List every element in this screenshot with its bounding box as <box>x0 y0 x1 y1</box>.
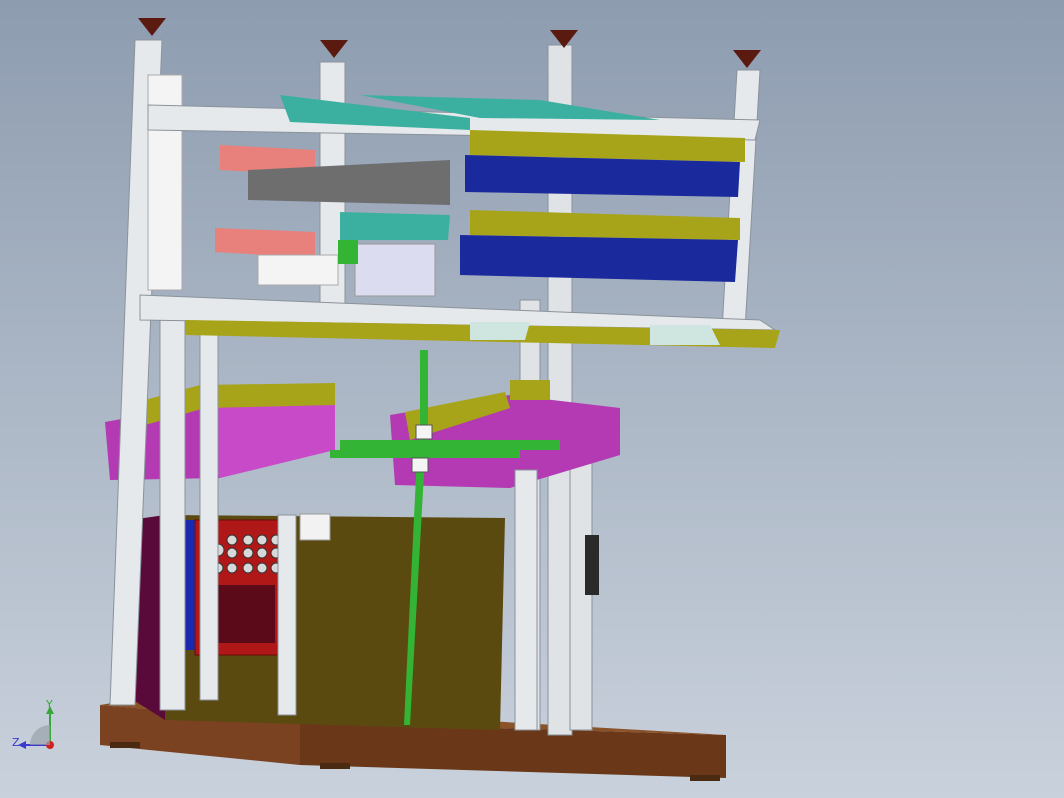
leveling-feet <box>138 18 761 68</box>
triad-graphic <box>18 706 54 749</box>
coordinate-triad: Y Z <box>0 690 80 760</box>
control-panel <box>175 519 291 656</box>
cad-viewport[interactable]: Y Z <box>0 0 1064 798</box>
y-axis-label: Y <box>46 698 53 711</box>
machine-assembly-model[interactable] <box>0 0 1064 798</box>
z-axis-label: Z <box>12 736 20 749</box>
